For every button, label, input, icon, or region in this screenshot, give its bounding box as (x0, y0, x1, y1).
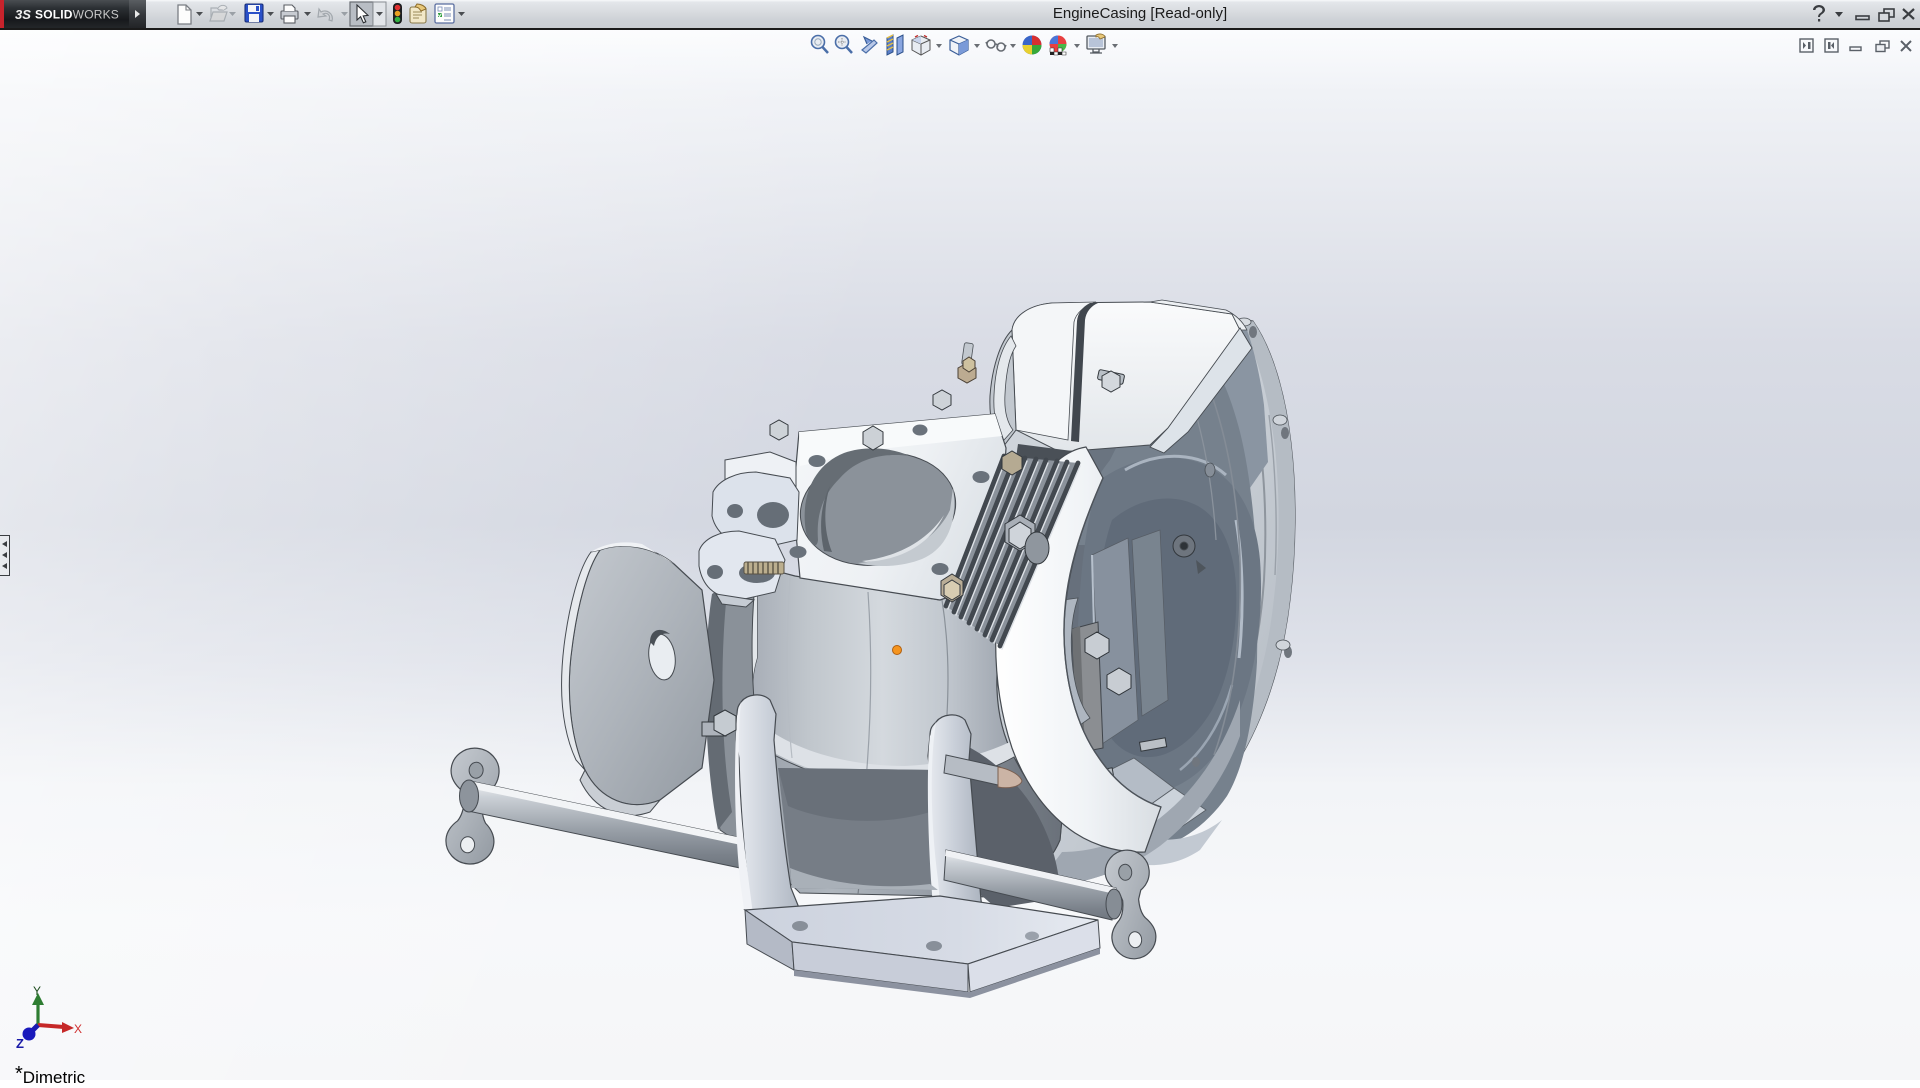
svg-text:Z: Z (16, 1036, 24, 1051)
svg-text:X: X (74, 1022, 82, 1036)
